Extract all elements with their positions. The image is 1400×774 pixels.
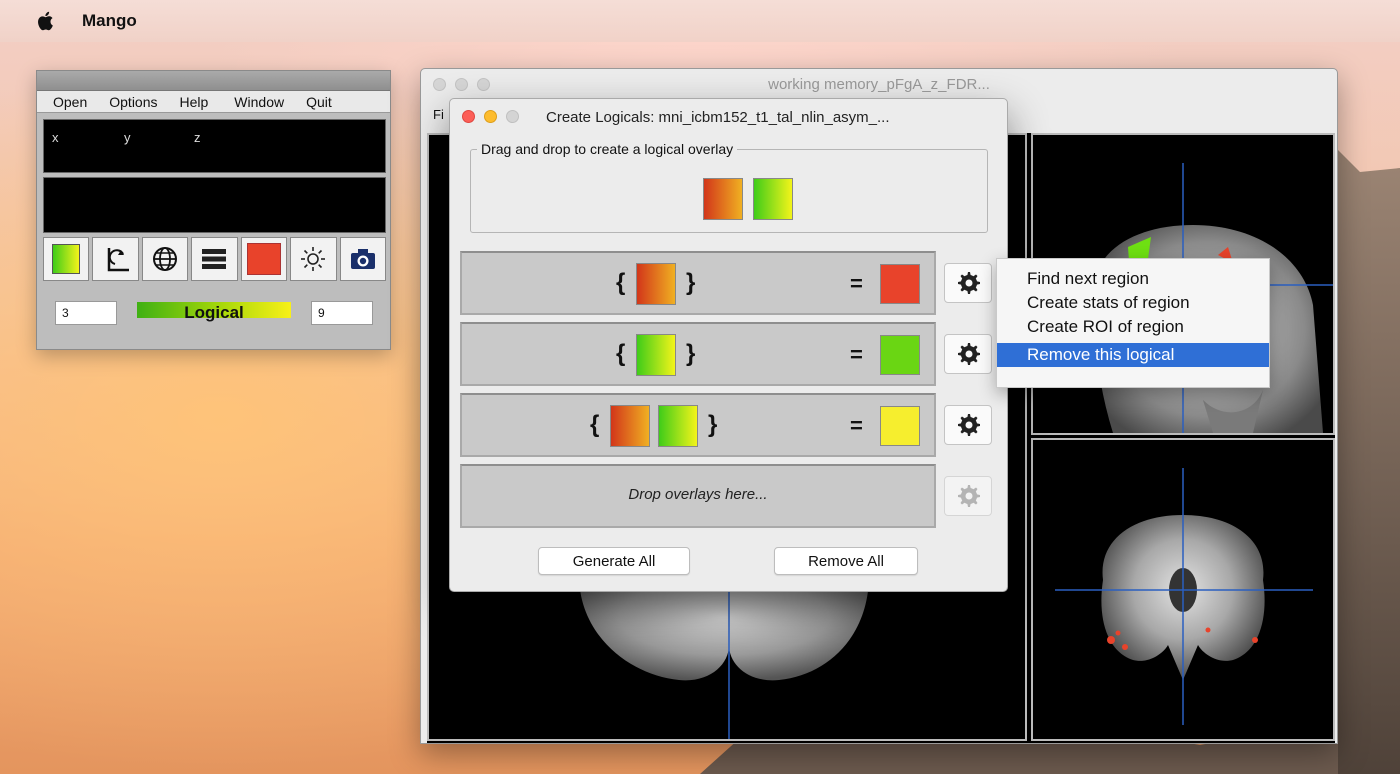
coronal-slice-image [1055, 468, 1313, 725]
camera-button[interactable] [339, 237, 386, 281]
dialog-window-controls [462, 110, 519, 123]
dropzone-label: Drag and drop to create a logical overla… [477, 141, 738, 157]
menu-item-find-next-region[interactable]: Find next region [997, 267, 1269, 291]
row1-gear-button[interactable] [944, 263, 992, 303]
lut-range-row: 3 Logical 9 [55, 299, 375, 327]
menu-help[interactable]: Help [166, 94, 209, 110]
row4-gear-button-disabled [944, 476, 992, 516]
menu-quit[interactable]: Quit [292, 94, 332, 110]
value-display [43, 177, 386, 233]
brace-open: { [616, 269, 626, 296]
gear-icon [958, 414, 980, 436]
brightness-icon [301, 247, 326, 271]
row3-overlay-green[interactable] [658, 405, 698, 447]
row3-overlay-red[interactable] [610, 405, 650, 447]
brace-close: } [708, 411, 718, 438]
menu-open[interactable]: Open [37, 94, 87, 110]
create-logicals-dialog: Create Logicals: mni_icbm152_t1_tal_nlin… [449, 98, 1008, 592]
coord-y-label: y [124, 130, 131, 145]
row2-overlay-green[interactable] [636, 334, 676, 376]
menu-item-remove-logical[interactable]: Remove this logical [997, 343, 1269, 367]
remove-all-button[interactable]: Remove All [774, 547, 918, 575]
toolbox-title-bar[interactable] [37, 71, 390, 91]
brightness-button[interactable] [290, 237, 337, 281]
row1-result-swatch[interactable] [880, 264, 920, 304]
app-name[interactable]: Mango [82, 11, 137, 31]
menu-options[interactable]: Options [95, 94, 157, 110]
dialog-title: Create Logicals: mni_icbm152_t1_tal_nlin… [546, 108, 890, 126]
logical-row-empty[interactable]: Drop overlays here... [460, 464, 936, 528]
menu-bar: Mango [0, 0, 1400, 42]
toolbox-menu: Open Options Help Window Quit [37, 91, 390, 113]
mango-toolbox-window: Open Options Help Window Quit x y z 3 Lo… [36, 70, 391, 350]
layers-icon [202, 249, 227, 269]
globe-icon [153, 247, 178, 271]
row1-overlay-red[interactable] [636, 263, 676, 305]
logical-row-2[interactable]: { } = [460, 322, 936, 386]
drop-overlays-hint: Drop overlays here... [628, 486, 768, 503]
min-value-field[interactable]: 3 [55, 301, 117, 325]
viewer-title: working memory_pFgA_z_FDR... [768, 75, 990, 93]
viewer-minimize-button[interactable] [455, 78, 468, 91]
viewer-title-bar[interactable]: working memory_pFgA_z_FDR... [421, 69, 1337, 99]
overlay-green-swatch[interactable] [753, 178, 793, 220]
row3-result-swatch[interactable] [880, 406, 920, 446]
row3-gear-button[interactable] [944, 405, 992, 445]
camera-icon [350, 249, 375, 269]
brace-open: { [590, 411, 600, 438]
row2-result-swatch[interactable] [880, 335, 920, 375]
dialog-title-bar[interactable]: Create Logicals: mni_icbm152_t1_tal_nlin… [450, 99, 1007, 135]
lut-gradient-button[interactable] [43, 237, 90, 281]
dialog-close-button[interactable] [462, 110, 475, 123]
lut-bar: Logical [137, 302, 291, 324]
row2-gear-button[interactable] [944, 334, 992, 374]
crosshair-reset-button[interactable] [92, 237, 139, 281]
coordinate-display: x y z [43, 119, 386, 173]
dialog-minimize-button[interactable] [484, 110, 497, 123]
gear-icon [958, 272, 980, 294]
crosshair-reset-icon [107, 248, 129, 272]
brace-close: } [686, 269, 696, 296]
menu-window[interactable]: Window [216, 94, 284, 110]
apple-icon[interactable] [36, 10, 56, 32]
brace-open: { [616, 340, 626, 367]
tool-row [43, 237, 386, 281]
lut-gradient-icon [52, 244, 81, 274]
coord-z-label: z [194, 130, 201, 145]
equals-sign: = [850, 342, 863, 367]
equals-sign: = [850, 413, 863, 438]
equals-sign: = [850, 271, 863, 296]
globe-button[interactable] [141, 237, 189, 281]
color-swatch-icon [246, 243, 281, 275]
viewer-zoom-button[interactable] [477, 78, 490, 91]
viewer-window-controls [433, 78, 490, 91]
logical-row-3[interactable]: { } = [460, 393, 936, 457]
menu-item-create-roi[interactable]: Create ROI of region [997, 315, 1269, 339]
brace-close: } [686, 340, 696, 367]
color-swatch-button[interactable] [240, 237, 288, 281]
gear-icon [958, 485, 980, 507]
viewer-close-button[interactable] [433, 78, 446, 91]
overlay-red-swatch[interactable] [703, 178, 743, 220]
coord-x-label: x [52, 130, 59, 145]
coronal-view-pane[interactable] [1031, 438, 1335, 741]
dialog-zoom-button[interactable] [506, 110, 519, 123]
logical-context-menu: Find next region Create stats of region … [996, 258, 1270, 388]
max-value-field[interactable]: 9 [311, 301, 373, 325]
generate-all-button[interactable]: Generate All [538, 547, 690, 575]
viewer-menu-file[interactable]: Fi [433, 107, 444, 122]
logical-row-1[interactable]: { } = [460, 251, 936, 315]
menu-item-create-stats[interactable]: Create stats of region [997, 291, 1269, 315]
gear-icon [958, 343, 980, 365]
source-overlays [703, 178, 793, 220]
layers-button[interactable] [191, 237, 238, 281]
overlay-source-panel: Drag and drop to create a logical overla… [470, 141, 988, 233]
